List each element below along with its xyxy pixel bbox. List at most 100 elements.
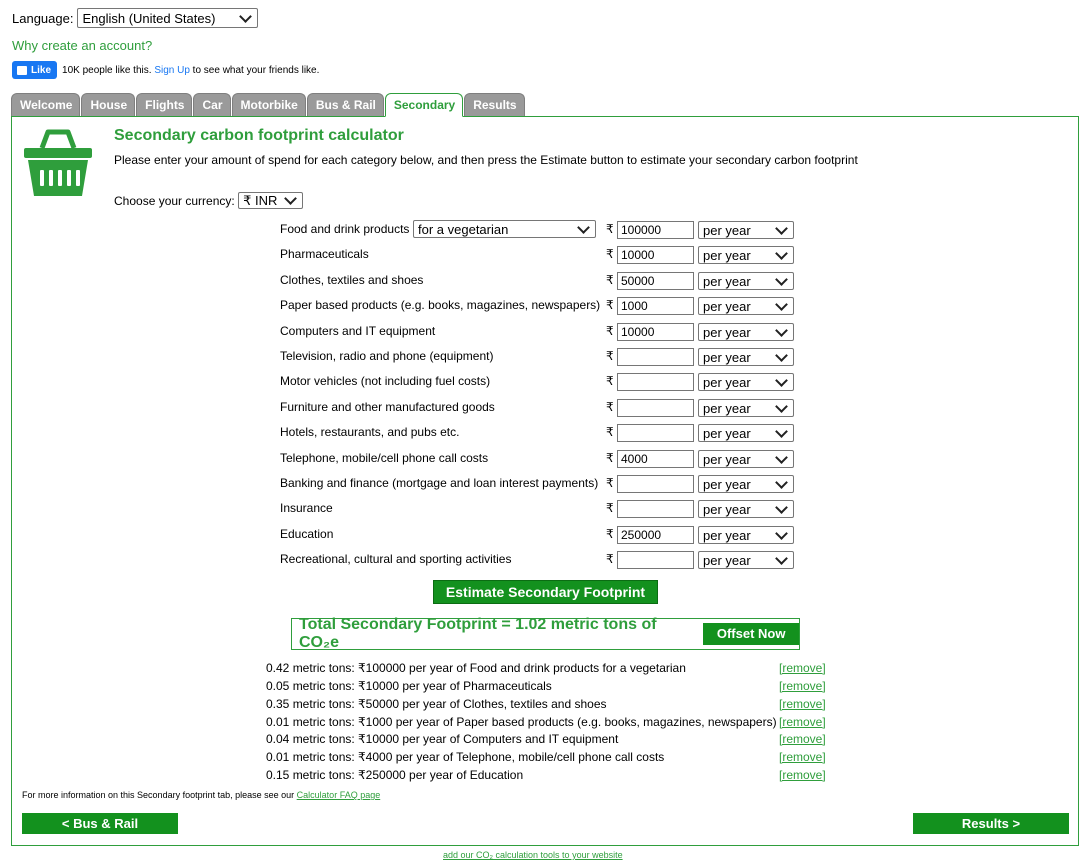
currency-row: Choose your currency: ₹ INR — [114, 192, 304, 209]
period-select[interactable]: per year — [698, 526, 794, 544]
period-value: per year — [703, 451, 751, 467]
facebook-like-label: Like — [31, 64, 52, 76]
chevron-down-icon — [775, 526, 788, 540]
spend-amount-input[interactable]: 10000 — [617, 246, 694, 264]
language-value: English (United States) — [82, 10, 216, 26]
spend-amount-input[interactable]: 50000 — [617, 272, 694, 290]
spend-row-label: Furniture and other manufactured goods — [280, 400, 495, 414]
spend-amount-input[interactable] — [617, 500, 694, 518]
chevron-down-icon — [775, 272, 788, 286]
period-value: per year — [703, 298, 751, 314]
tab-results[interactable]: Results — [464, 93, 525, 116]
rupee-symbol: ₹ — [606, 273, 614, 287]
remove-link[interactable]: [remove] — [779, 697, 826, 711]
chevron-down-icon — [775, 348, 788, 362]
facebook-like-row: Like 10K people like this. Sign Up to se… — [12, 61, 319, 79]
thumbs-up-icon — [17, 65, 27, 75]
language-select[interactable]: English (United States) — [77, 8, 259, 28]
total-footprint-box: Total Secondary Footprint = 1.02 metric … — [291, 616, 800, 651]
spend-amount-input[interactable]: 100000 — [617, 221, 694, 239]
period-select[interactable]: per year — [698, 272, 794, 290]
spend-row-label: Food and drink products — [280, 222, 410, 236]
offset-now-button[interactable]: Offset Now — [703, 623, 799, 645]
period-value: per year — [703, 476, 751, 492]
tab-motorbike[interactable]: Motorbike — [231, 93, 306, 116]
footer-tools-link[interactable]: add our CO₂ calculation tools to your we… — [443, 850, 623, 860]
result-line: 0.05 metric tons: ₹10000 per year of Pha… — [266, 679, 552, 693]
chevron-down-icon — [775, 450, 788, 464]
remove-link[interactable]: [remove] — [779, 661, 826, 675]
period-value: per year — [703, 552, 751, 568]
tab-bus-rail[interactable]: Bus & Rail — [306, 93, 384, 116]
food-type-value: for a vegetarian — [418, 221, 509, 237]
remove-link[interactable]: [remove] — [779, 732, 826, 746]
period-select[interactable]: per year — [698, 450, 794, 468]
rupee-symbol: ₹ — [606, 527, 614, 541]
result-line: 0.01 metric tons: ₹4000 per year of Tele… — [266, 750, 665, 764]
remove-link[interactable]: [remove] — [779, 679, 826, 693]
period-select[interactable]: per year — [698, 551, 794, 569]
spend-amount-input[interactable] — [617, 399, 694, 417]
spend-amount-input[interactable]: 1000 — [617, 297, 694, 315]
period-select[interactable]: per year — [698, 399, 794, 417]
chevron-down-icon — [775, 246, 788, 260]
facebook-suffix: to see what your friends like. — [192, 64, 320, 76]
period-select[interactable]: per year — [698, 475, 794, 493]
result-line: 0.04 metric tons: ₹10000 per year of Com… — [266, 732, 619, 746]
faq-text: For more information on this Secondary f… — [22, 790, 295, 800]
tab-secondary[interactable]: Secondary — [384, 93, 464, 117]
spend-amount-input[interactable] — [617, 373, 694, 391]
why-create-account-link[interactable]: Why create an account? — [12, 38, 152, 53]
rupee-symbol: ₹ — [606, 476, 614, 490]
total-footprint-text: Total Secondary Footprint = 1.02 metric … — [299, 616, 657, 651]
rupee-symbol: ₹ — [606, 451, 614, 465]
result-line: 0.01 metric tons: ₹1000 per year of Pape… — [266, 715, 777, 729]
spend-row-label: Telephone, mobile/cell phone call costs — [280, 451, 489, 465]
period-select[interactable]: per year — [698, 297, 794, 315]
period-select[interactable]: per year — [698, 424, 794, 442]
period-select[interactable]: per year — [698, 323, 794, 341]
period-select[interactable]: per year — [698, 500, 794, 518]
tab-car[interactable]: Car — [193, 93, 231, 116]
period-value: per year — [703, 501, 751, 517]
language-label: Language: — [12, 10, 74, 26]
rupee-symbol: ₹ — [606, 298, 614, 312]
spend-amount-input[interactable]: 10000 — [617, 323, 694, 341]
facebook-signup-link[interactable]: Sign Up — [154, 65, 190, 76]
estimate-button[interactable]: Estimate Secondary Footprint — [433, 580, 658, 604]
rupee-symbol: ₹ — [606, 552, 614, 566]
tab-flights[interactable]: Flights — [136, 93, 193, 116]
period-select[interactable]: per year — [698, 373, 794, 391]
spend-row-label: Pharmaceuticals — [280, 247, 369, 261]
remove-link[interactable]: [remove] — [779, 715, 826, 729]
spend-amount-input[interactable] — [617, 348, 694, 366]
spend-amount-input[interactable] — [617, 551, 694, 569]
chevron-down-icon — [775, 373, 788, 387]
rupee-symbol: ₹ — [606, 324, 614, 338]
rupee-symbol: ₹ — [606, 374, 614, 388]
chevron-down-icon — [775, 297, 788, 311]
rupee-symbol: ₹ — [606, 501, 614, 515]
currency-value: ₹ INR — [243, 192, 278, 208]
period-value: per year — [703, 222, 751, 238]
tab-house[interactable]: House — [81, 93, 136, 116]
period-select[interactable]: per year — [698, 221, 794, 239]
facebook-like-button[interactable]: Like — [12, 61, 58, 79]
spend-amount-input[interactable] — [617, 475, 694, 493]
rupee-symbol: ₹ — [606, 247, 614, 261]
food-type-select[interactable]: for a vegetarian — [413, 220, 596, 238]
tab-welcome[interactable]: Welcome — [11, 93, 81, 116]
faq-link[interactable]: Calculator FAQ page — [297, 790, 381, 800]
spend-amount-input[interactable] — [617, 424, 694, 442]
period-select[interactable]: per year — [698, 348, 794, 366]
prev-bus-rail-button[interactable]: < Bus & Rail — [22, 813, 178, 834]
remove-link[interactable]: [remove] — [779, 768, 826, 782]
spend-amount-input[interactable]: 250000 — [617, 526, 694, 544]
currency-select[interactable]: ₹ INR — [238, 192, 304, 209]
chevron-down-icon — [775, 500, 788, 514]
next-results-button[interactable]: Results > — [913, 813, 1069, 834]
spend-amount-input[interactable]: 4000 — [617, 450, 694, 468]
period-select[interactable]: per year — [698, 246, 794, 264]
faq-note: For more information on this Secondary f… — [22, 790, 380, 800]
remove-link[interactable]: [remove] — [779, 750, 826, 764]
